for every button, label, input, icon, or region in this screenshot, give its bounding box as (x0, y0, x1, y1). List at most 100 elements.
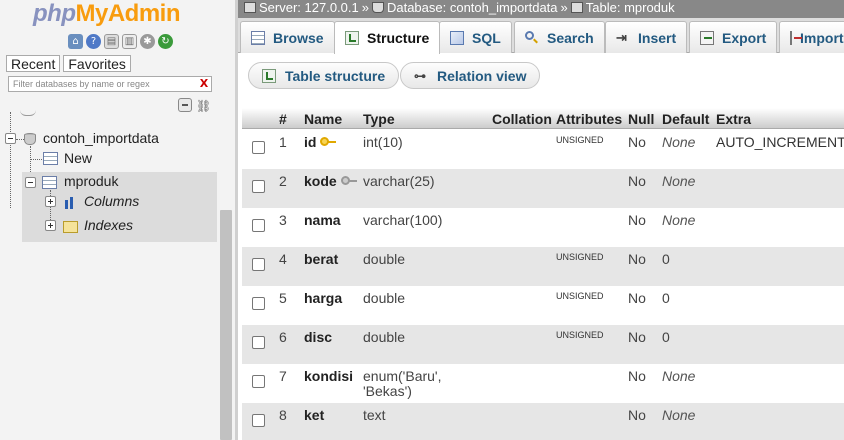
tree-table-name[interactable]: mproduk (64, 173, 118, 189)
row-number: 1 (279, 134, 287, 150)
column-attributes: UNSIGNED (556, 135, 604, 145)
tab-import[interactable]: Import (779, 21, 844, 53)
breadcrumb-server[interactable]: Server: 127.0.0.1 (259, 0, 359, 15)
settings-gear-icon[interactable]: ✱ (140, 34, 155, 49)
table-row[interactable]: 7 kondisi enum('Baru', 'Bekas') No None (242, 364, 844, 403)
help-icon[interactable]: ? (86, 34, 101, 49)
relation-view-button[interactable]: ⊶ Relation view (400, 62, 541, 89)
server-icon (244, 2, 256, 13)
favorites-tab[interactable]: Favorites (63, 55, 131, 72)
tab-import-label: Import (800, 29, 844, 46)
column-name-text: id (304, 134, 317, 150)
indexes-expand-toggle[interactable] (45, 220, 56, 231)
header-name: Name (304, 111, 343, 127)
row-checkbox[interactable] (252, 258, 265, 271)
tab-search-label: Search (547, 29, 594, 46)
phpmyadmin-logo[interactable]: phpMyAdmin (33, 0, 181, 30)
sql-icon (450, 30, 464, 45)
link-with-main-icon[interactable]: ⛓ (196, 99, 211, 113)
tab-insert[interactable]: ⇥ Insert (605, 21, 688, 53)
table-row[interactable]: 6 disc double UNSIGNED No 0 (242, 325, 844, 364)
table-row[interactable]: 1 id int(10) UNSIGNED No None AUTO_INCREMENT (242, 130, 844, 169)
clipped-tree-item (20, 110, 36, 116)
columns-expand-toggle[interactable] (45, 196, 56, 207)
header-null: Null (628, 111, 655, 127)
column-null: No (628, 368, 646, 384)
row-checkbox[interactable] (252, 414, 265, 427)
table-row[interactable]: 4 berat double UNSIGNED No 0 (242, 247, 844, 286)
column-default: None (662, 212, 696, 228)
table-row[interactable]: 3 nama varchar(100) No None (242, 208, 844, 247)
tree-new-table[interactable]: New (64, 150, 92, 166)
nav-scrollbar[interactable] (220, 210, 232, 440)
database-filter-input[interactable]: Filter databases by name or regex (8, 76, 212, 92)
columns-icon (64, 197, 77, 209)
breadcrumb-database[interactable]: Database: contoh_importdata (387, 0, 558, 15)
tab-structure[interactable]: Structure (334, 21, 441, 54)
collapse-all-button[interactable] (178, 98, 192, 112)
tab-browse[interactable]: Browse (240, 21, 335, 53)
recent-tab[interactable]: Recent (6, 55, 61, 72)
column-name[interactable]: nama (304, 213, 341, 228)
structure-icon (345, 31, 359, 45)
column-default: 0 (662, 290, 670, 306)
column-type-text: double (363, 251, 406, 267)
table-row[interactable]: 2 kode varchar(25) No None (242, 169, 844, 208)
tab-structure-label: Structure (367, 30, 430, 46)
tree-indexes[interactable]: Indexes (84, 217, 133, 233)
row-checkbox[interactable] (252, 219, 265, 232)
table-tab-bar: Browse Structure SQL Search ⇥ Insert Exp… (238, 18, 844, 54)
column-type: enum('Baru', 'Bekas') (363, 369, 442, 399)
column-name[interactable]: kondisi (304, 369, 353, 384)
table-row[interactable]: 8 ket text No None (242, 403, 844, 440)
column-name-text: harga (304, 290, 343, 306)
column-name[interactable]: berat (304, 252, 338, 267)
row-checkbox[interactable] (252, 375, 265, 388)
row-checkbox[interactable] (252, 336, 265, 349)
new-table-icon (43, 152, 58, 165)
header-num: # (279, 111, 287, 127)
tree-connector (30, 159, 42, 160)
column-name-text: berat (304, 251, 339, 267)
column-type: double (363, 291, 405, 306)
table-collapse-toggle[interactable] (25, 177, 36, 188)
tree-columns[interactable]: Columns (84, 193, 139, 209)
column-type-text: varchar(25) (363, 173, 435, 189)
tree-database-name[interactable]: contoh_importdata (43, 130, 159, 146)
tree-connector (10, 112, 11, 208)
tab-export[interactable]: Export (689, 21, 778, 53)
structure-subbar: Table structure ⊶ Relation view (238, 54, 844, 100)
column-type: double (363, 330, 405, 345)
table-row[interactable]: 5 harga double UNSIGNED No 0 (242, 286, 844, 325)
column-name[interactable]: id (304, 134, 337, 150)
column-type-text: double (363, 329, 406, 345)
row-checkbox[interactable] (252, 141, 265, 154)
column-name[interactable]: ket (304, 408, 324, 423)
home-icon[interactable]: ⌂ (68, 34, 83, 49)
tab-sql[interactable]: SQL (439, 21, 512, 53)
reload-icon[interactable]: ↻ (158, 34, 173, 49)
column-attributes: UNSIGNED (556, 252, 604, 262)
filter-clear-button[interactable]: X (198, 76, 210, 92)
sql-docs-icon[interactable]: ▥ (122, 34, 137, 49)
column-name[interactable]: kode (304, 174, 357, 189)
column-default: None (662, 134, 696, 150)
tab-sql-label: SQL (472, 29, 501, 46)
row-checkbox[interactable] (252, 297, 265, 310)
tab-export-label: Export (722, 29, 767, 46)
nav-tabs: Recent Favorites (6, 55, 131, 72)
column-name[interactable]: harga (304, 291, 342, 306)
column-name[interactable]: disc (304, 330, 332, 345)
tab-insert-label: Insert (638, 29, 677, 46)
breadcrumb-table[interactable]: Table: mproduk (586, 0, 675, 15)
database-collapse-toggle[interactable] (5, 133, 16, 144)
docs-icon[interactable]: ▤ (104, 34, 119, 49)
row-number: 2 (279, 173, 287, 189)
table-structure-button[interactable]: Table structure (248, 62, 400, 89)
tab-search[interactable]: Search (514, 21, 605, 53)
insert-icon: ⇥ (616, 29, 627, 45)
row-checkbox[interactable] (252, 180, 265, 193)
column-name-text: nama (304, 212, 341, 228)
column-name-text: kondisi (304, 368, 354, 384)
logo-admin-text: Admin (107, 0, 181, 27)
